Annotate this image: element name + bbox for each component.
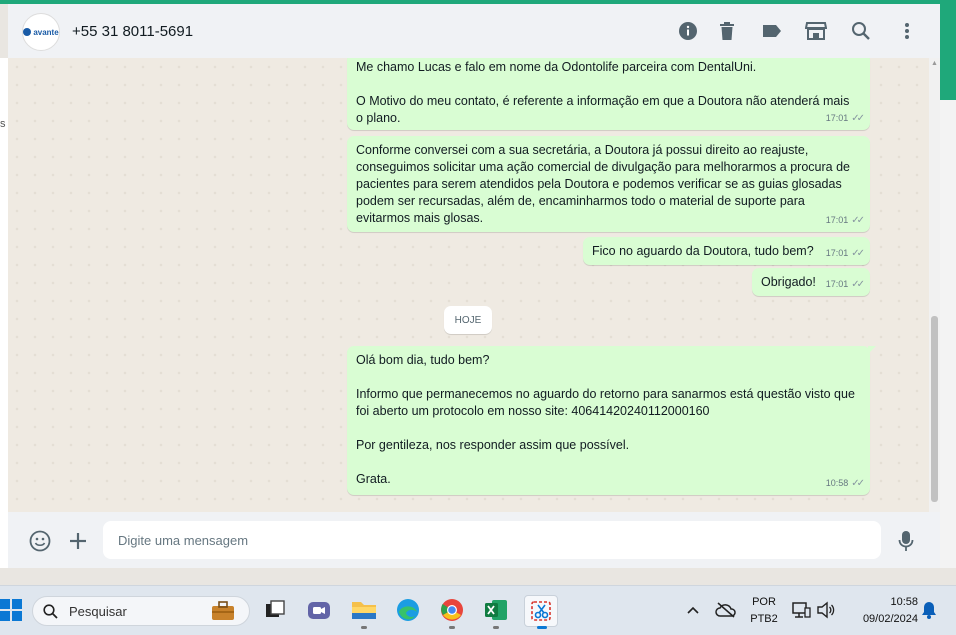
left-panel-fragment: s <box>0 118 6 130</box>
double-check-icon: ✓✓ <box>851 478 865 489</box>
chevron-up-icon[interactable] <box>682 597 704 623</box>
window-edge <box>940 0 956 100</box>
message-bubble[interactable]: Obrigado! 17:01 ✓✓ <box>752 268 870 296</box>
message-composer <box>8 512 940 568</box>
message-line <box>356 454 861 471</box>
message-time: 17:01 <box>825 248 849 258</box>
file-explorer-icon[interactable] <box>351 597 377 623</box>
network-icon[interactable] <box>790 597 812 623</box>
message-line: o plano. <box>356 111 401 125</box>
message-line: Por gentileza, nos responder assim que p… <box>356 438 630 452</box>
running-indicator <box>361 626 367 629</box>
chat-scrollbar[interactable]: ▲ <box>929 58 940 512</box>
bubble-tail <box>868 346 876 354</box>
label-icon[interactable] <box>759 18 785 44</box>
scroll-up-icon[interactable]: ▲ <box>931 60 938 67</box>
trash-icon[interactable] <box>714 18 740 44</box>
message-line <box>356 420 861 437</box>
message-line: Conforme conversei com a sua secretária,… <box>356 143 809 157</box>
volume-icon[interactable] <box>815 597 837 623</box>
running-indicator <box>449 626 455 629</box>
microphone-icon[interactable] <box>894 529 918 553</box>
cloud-offline-icon[interactable] <box>714 597 738 623</box>
windows-start-icon[interactable] <box>0 599 22 621</box>
message-line: Grata. <box>356 472 391 486</box>
chat-header: avante +55 31 8011-5691 <box>8 4 940 59</box>
briefcase-icon <box>212 601 234 620</box>
message-line: pacientes para serem atendidos pela Dout… <box>356 177 842 191</box>
search-icon[interactable] <box>848 18 874 44</box>
scrollbar-thumb[interactable] <box>931 316 938 502</box>
message-line: O Motivo do meu contato, é referente a i… <box>356 94 850 108</box>
keyboard-layout-indicator[interactable]: PTB2 <box>748 613 780 625</box>
message-bubble[interactable]: Olá bom dia, tudo bem? Informo que perma… <box>347 346 876 495</box>
window-edge <box>940 100 956 568</box>
clock-time[interactable]: 10:58 <box>846 596 918 608</box>
message-line <box>356 76 861 93</box>
menu-icon[interactable] <box>894 18 920 44</box>
double-check-icon: ✓✓ <box>851 215 865 226</box>
message-bubble[interactable]: Me chamo Lucas e falo em nome da Odontol… <box>347 58 870 130</box>
info-icon[interactable] <box>675 18 701 44</box>
language-indicator[interactable]: POR <box>748 596 780 608</box>
search-icon <box>43 604 58 619</box>
taskbar-search-box[interactable]: Pesquisar <box>32 596 250 626</box>
contact-name[interactable]: +55 31 8011-5691 <box>72 23 193 40</box>
excel-icon[interactable] <box>483 597 509 623</box>
message-line <box>356 369 861 386</box>
store-icon[interactable] <box>803 18 829 44</box>
message-line: Fico no aguardo da Doutora, tudo bem? <box>592 244 814 258</box>
task-view-icon[interactable] <box>262 597 288 623</box>
logo-icon <box>23 28 32 36</box>
avatar-logo-text: avante <box>33 27 59 37</box>
message-input[interactable] <box>103 521 881 559</box>
double-check-icon: ✓✓ <box>851 113 865 124</box>
chrome-browser-icon[interactable] <box>439 597 465 623</box>
message-line: podem ser recursadas, além de, encaminha… <box>356 194 805 208</box>
message-line: foi aberto um protocolo em nosso site: 4… <box>356 404 710 418</box>
message-line: Informo que permanecemos no aguardo do r… <box>356 387 855 401</box>
attach-plus-icon[interactable] <box>66 529 90 553</box>
date-divider: HOJE <box>444 306 492 334</box>
message-bubble[interactable]: Fico no aguardo da Doutora, tudo bem? 17… <box>583 237 870 265</box>
edge-browser-icon[interactable] <box>395 597 421 623</box>
search-placeholder: Pesquisar <box>69 604 127 619</box>
message-line: Me chamo Lucas e falo em nome da Odontol… <box>356 60 757 74</box>
message-list[interactable]: Me chamo Lucas e falo em nome da Odontol… <box>8 58 930 512</box>
windows-taskbar: Pesquisar POR PTB2 10:58 09/02/2024 <box>0 585 956 635</box>
message-line: conseguimos solicitar uma ação comercial… <box>356 160 850 174</box>
message-time: 17:01 <box>825 279 849 289</box>
message-time: 10:58 <box>825 478 849 488</box>
message-line: evitarmos mais glosas. <box>356 211 484 225</box>
double-check-icon: ✓✓ <box>851 279 865 290</box>
teams-meet-icon[interactable] <box>306 597 332 623</box>
message-time: 17:01 <box>825 215 849 225</box>
snipping-tool-icon[interactable] <box>524 595 558 627</box>
emoji-icon[interactable] <box>28 529 52 553</box>
clock-date[interactable]: 09/02/2024 <box>846 613 918 625</box>
notification-bell-icon[interactable] <box>918 597 940 623</box>
avatar[interactable]: avante <box>22 13 60 51</box>
message-bubble[interactable]: Conforme conversei com a sua secretária,… <box>347 136 870 232</box>
message-line: Olá bom dia, tudo bem? <box>356 353 490 367</box>
message-time: 17:01 <box>825 113 849 123</box>
running-indicator <box>493 626 499 629</box>
double-check-icon: ✓✓ <box>851 248 865 259</box>
active-indicator <box>537 626 547 629</box>
